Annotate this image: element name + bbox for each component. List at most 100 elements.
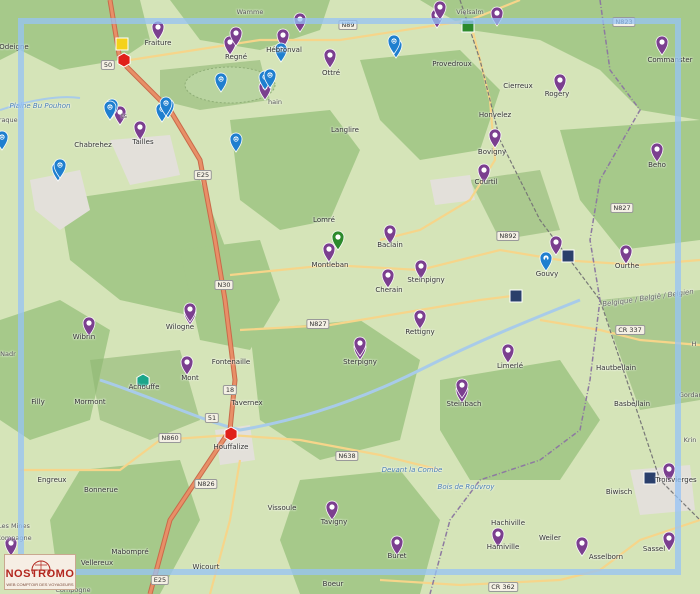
place-label-lomre: Lomré [313,216,335,224]
road-shield-r51: 51 [204,413,220,423]
place-label-gouvy: Gouvy [535,270,559,278]
place-label-houffalize: Houffalize [213,443,249,451]
svg-text:✿: ✿ [219,77,223,83]
road-shield-n892: N892 [496,231,520,241]
place-label-bois-de-rouvroy: Bois de Rouvroy [437,483,495,491]
place-label-h: H [691,340,697,348]
place-label-wamme: Wamme [236,8,264,16]
camping-icon[interactable] [115,37,129,51]
nostromo-logo[interactable]: NOSTROMO WEB COMPTOIR DES VOYAGEURS [4,554,76,590]
train-icon[interactable] [561,249,575,263]
svg-text:✿: ✿ [268,73,272,79]
place-label-hebronval: Hébronval [266,46,302,54]
road-shield-n638: N638 [335,451,359,461]
place-label-basbellain: Basbellain [613,400,651,408]
place-label-plaine-bu-pouhon: Plaine Bu Pouhon [9,102,71,110]
place-label-rettigny: Rettigny [405,328,435,336]
place-label-baraque: Baraque [0,116,18,124]
place-label-tavernex: Tavernex [231,399,263,407]
place-label-honvelez: Honvelez [478,111,512,119]
place-label-hachiville: Hachiville [490,519,526,527]
place-label-wibrin: Wibrin [72,333,96,341]
place-label-achouffe: Achouffe [128,383,160,391]
place-label-beho: Beho [648,161,666,169]
place-label-buret: Buret [387,552,407,560]
place-label-weiler: Weiler [539,534,561,542]
road-shield-n89: N89 [338,20,358,30]
place-label-langlire: Langlire [331,126,359,134]
road-shield-n827b: N827 [306,319,330,329]
svg-text:✿: ✿ [0,135,4,141]
road-shield-n826: N826 [194,479,218,489]
svg-text:✿: ✿ [58,163,62,169]
place-label-steinpigny: Steinpigny [407,276,445,284]
red-hexagon-icon[interactable] [117,52,131,68]
place-label-fraiture: Fraiture [144,39,172,47]
logo-name: NOSTROMO [5,568,75,580]
place-label-nadr: Nadr [0,350,16,358]
svg-text:▲: ▲ [544,256,548,262]
place-label-regne: Regné [224,53,248,61]
svg-text:✿: ✿ [164,101,168,107]
place-label-ottre: Ottré [321,69,341,77]
place-label-baclain: Baclain [377,241,403,249]
map-canvas[interactable]: ✿✿✿✿✿✿✿✿✿✿✿✿✿✿✿▲ [0,0,700,594]
road-shield-n30: N30 [214,280,234,290]
train-icon[interactable] [643,471,657,485]
svg-text:✿: ✿ [234,137,238,143]
place-label-wilogne: Wilogne [165,323,195,331]
place-label-fily: Filly [31,398,45,406]
place-label-boeur: Boeur [322,580,344,588]
place-label-mont: Mont [181,374,199,382]
place-label-devant-la-combe: Devant la Combe [381,466,443,474]
place-label-provedroux: Provedroux [432,60,472,68]
road-shield-n860: N860 [158,433,182,443]
road-shield-r50: 50 [100,60,116,70]
place-label-compagne: Compagne [0,534,32,542]
place-label-bonnerue: Bonnerue [84,486,118,494]
place-label-commanster: Commanster [647,56,693,64]
place-label-chabrehez: Chabrehez [74,141,112,149]
place-label-ourthe: Ourthe [614,262,640,270]
place-label-krin: Krin [683,436,697,444]
station-icon[interactable] [509,289,523,303]
place-label-vellereux: Vellereux [80,559,114,567]
place-label-fontenaille: Fontenaille [211,358,251,366]
road-shield-e25: E25 [193,170,213,180]
place-label-mormont: Mormont [74,398,106,406]
place-label-cierreux: Cierreux [503,82,533,90]
place-label-tavigny: Tavigny [320,518,348,526]
place-label-cherain: Cherain [375,286,403,294]
place-label-hain: hain [267,98,283,106]
place-label-courtil: Courtil [474,178,498,186]
place-label-vielsalm: Vielsalm [456,8,484,16]
place-label-les-mines: Les Mines [0,522,30,530]
place-label-asselborn: Asselborn [588,553,624,561]
place-label-engreux: Engreux [37,476,67,484]
place-label-mabompre: Mabompré [111,548,149,556]
svg-text:✿: ✿ [108,105,112,111]
svg-text:✿: ✿ [392,39,396,45]
place-label-biwisch: Biwisch [605,488,633,496]
place-label-sassel: Sassel [642,545,666,553]
red-hexagon-icon[interactable] [224,426,238,442]
logo-tagline: WEB COMPTOIR DES VOYAGEURS [6,582,74,587]
place-label-odeigne: Odeigne [0,43,29,51]
place-label-wicourt: Wicourt [192,563,220,571]
place-label-gordar: Gordar [678,391,700,399]
place-label-bovigny: Bovigny [477,148,507,156]
place-label-sterpigny: Sterpigny [343,358,377,366]
place-label-vissoule: Vissoule [267,504,297,512]
road-shield-cr337: CR 337 [615,325,645,335]
place-label-montleban: Montleban [311,261,349,269]
place-label-rogery: Rogery [544,90,570,98]
place-label-limerle: Limerlé [496,362,524,370]
road-shield-e25b: E25 [150,575,170,585]
road-shield-r18: 18 [222,385,238,395]
station-icon[interactable] [461,19,475,33]
place-label-troisvierges: Troisvierges [655,476,697,484]
place-label-hamiville: Hamiville [486,543,520,551]
road-shield-cr362: CR 362 [488,582,518,592]
place-label-ts: ts [121,112,127,120]
place-label-tailles: Tailles [132,138,154,146]
